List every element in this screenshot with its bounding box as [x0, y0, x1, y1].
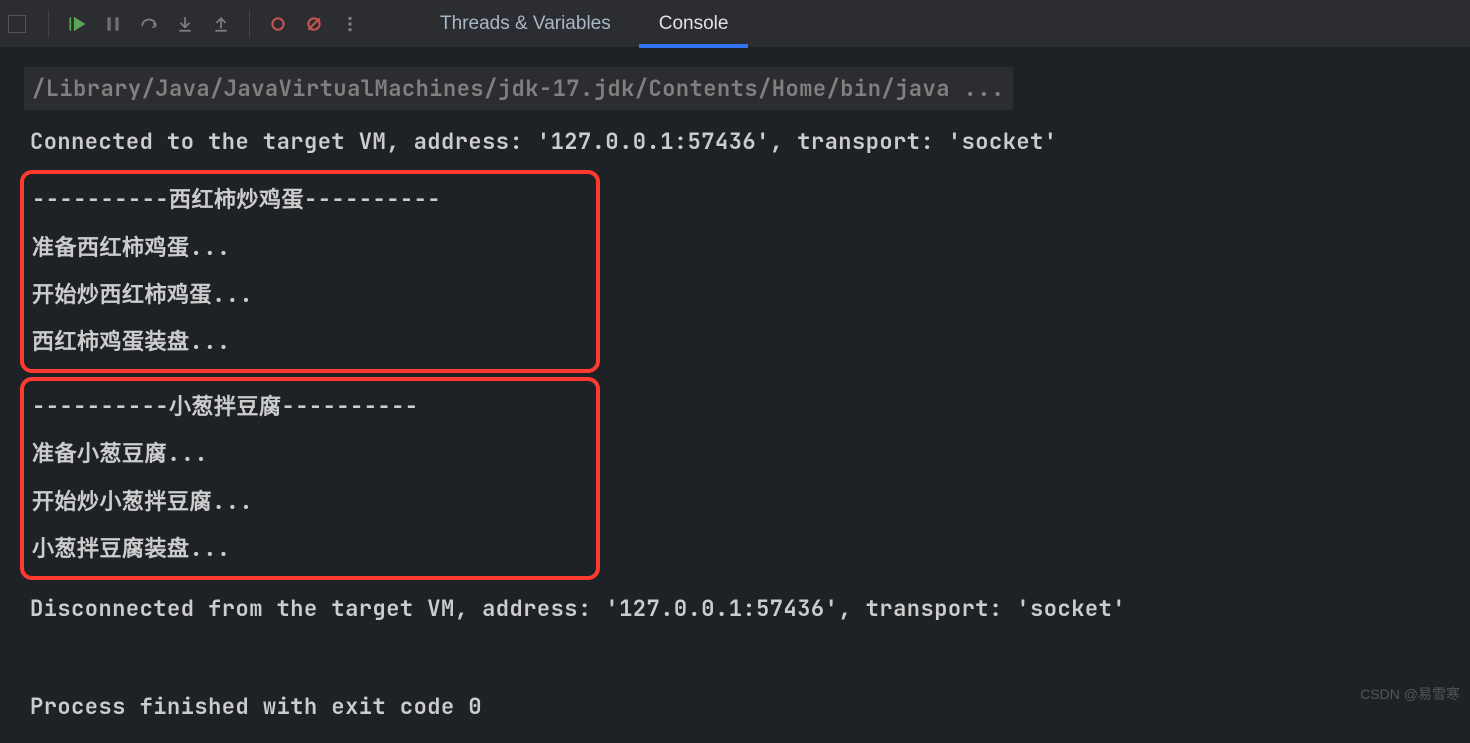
watermark: CSDN @易雪寒 [1360, 684, 1460, 704]
console-output[interactable]: /Library/Java/JavaVirtualMachines/jdk-17… [0, 48, 1470, 743]
step-over-icon [140, 15, 158, 33]
toolbar-left-group [8, 0, 366, 47]
step-into-icon [176, 15, 194, 33]
view-breakpoints-button[interactable] [262, 8, 294, 40]
step-out-button[interactable] [205, 8, 237, 40]
more-icon [341, 15, 359, 33]
tab-label: Threads & Variables [440, 13, 611, 35]
output-line: 开始炒小葱拌豆腐... [32, 478, 588, 525]
empty-line [30, 633, 1462, 682]
output-line: 小葱拌豆腐装盘... [32, 525, 588, 572]
debug-toolbar: Threads & Variables Console [0, 0, 1470, 48]
tab-label: Console [659, 13, 729, 35]
resume-icon [68, 15, 86, 33]
output-line: 开始炒西红柿鸡蛋... [32, 271, 588, 318]
resume-button[interactable] [61, 8, 93, 40]
disconnected-line: Disconnected from the target VM, address… [30, 584, 1462, 633]
output-line: 准备小葱豆腐... [32, 430, 588, 477]
output-line: ----------小葱拌豆腐---------- [32, 383, 588, 430]
step-out-icon [212, 15, 230, 33]
divider [249, 10, 250, 38]
tab-threads-variables[interactable]: Threads & Variables [416, 0, 635, 47]
output-line: 西红柿鸡蛋装盘... [32, 318, 588, 365]
divider [48, 10, 49, 38]
debug-tabs: Threads & Variables Console [416, 0, 752, 47]
pause-button[interactable] [97, 8, 129, 40]
pause-icon [104, 15, 122, 33]
highlight-block-1: ----------西红柿炒鸡蛋---------- 准备西红柿鸡蛋... 开始… [20, 170, 600, 373]
exit-line: Process finished with exit code 0 [30, 682, 1462, 731]
command-line: /Library/Java/JavaVirtualMachines/jdk-17… [30, 60, 1462, 117]
step-into-button[interactable] [169, 8, 201, 40]
connected-line: Connected to the target VM, address: '12… [30, 117, 1462, 166]
tab-console[interactable]: Console [635, 0, 753, 47]
more-button[interactable] [334, 8, 366, 40]
step-over-button[interactable] [133, 8, 165, 40]
mute-breakpoint-icon [305, 15, 323, 33]
output-line: ----------西红柿炒鸡蛋---------- [32, 176, 588, 223]
stop-indicator [8, 15, 26, 33]
mute-breakpoints-button[interactable] [298, 8, 330, 40]
breakpoint-icon [269, 15, 287, 33]
output-line: 准备西红柿鸡蛋... [32, 224, 588, 271]
highlight-block-2: ----------小葱拌豆腐---------- 准备小葱豆腐... 开始炒小… [20, 377, 600, 580]
